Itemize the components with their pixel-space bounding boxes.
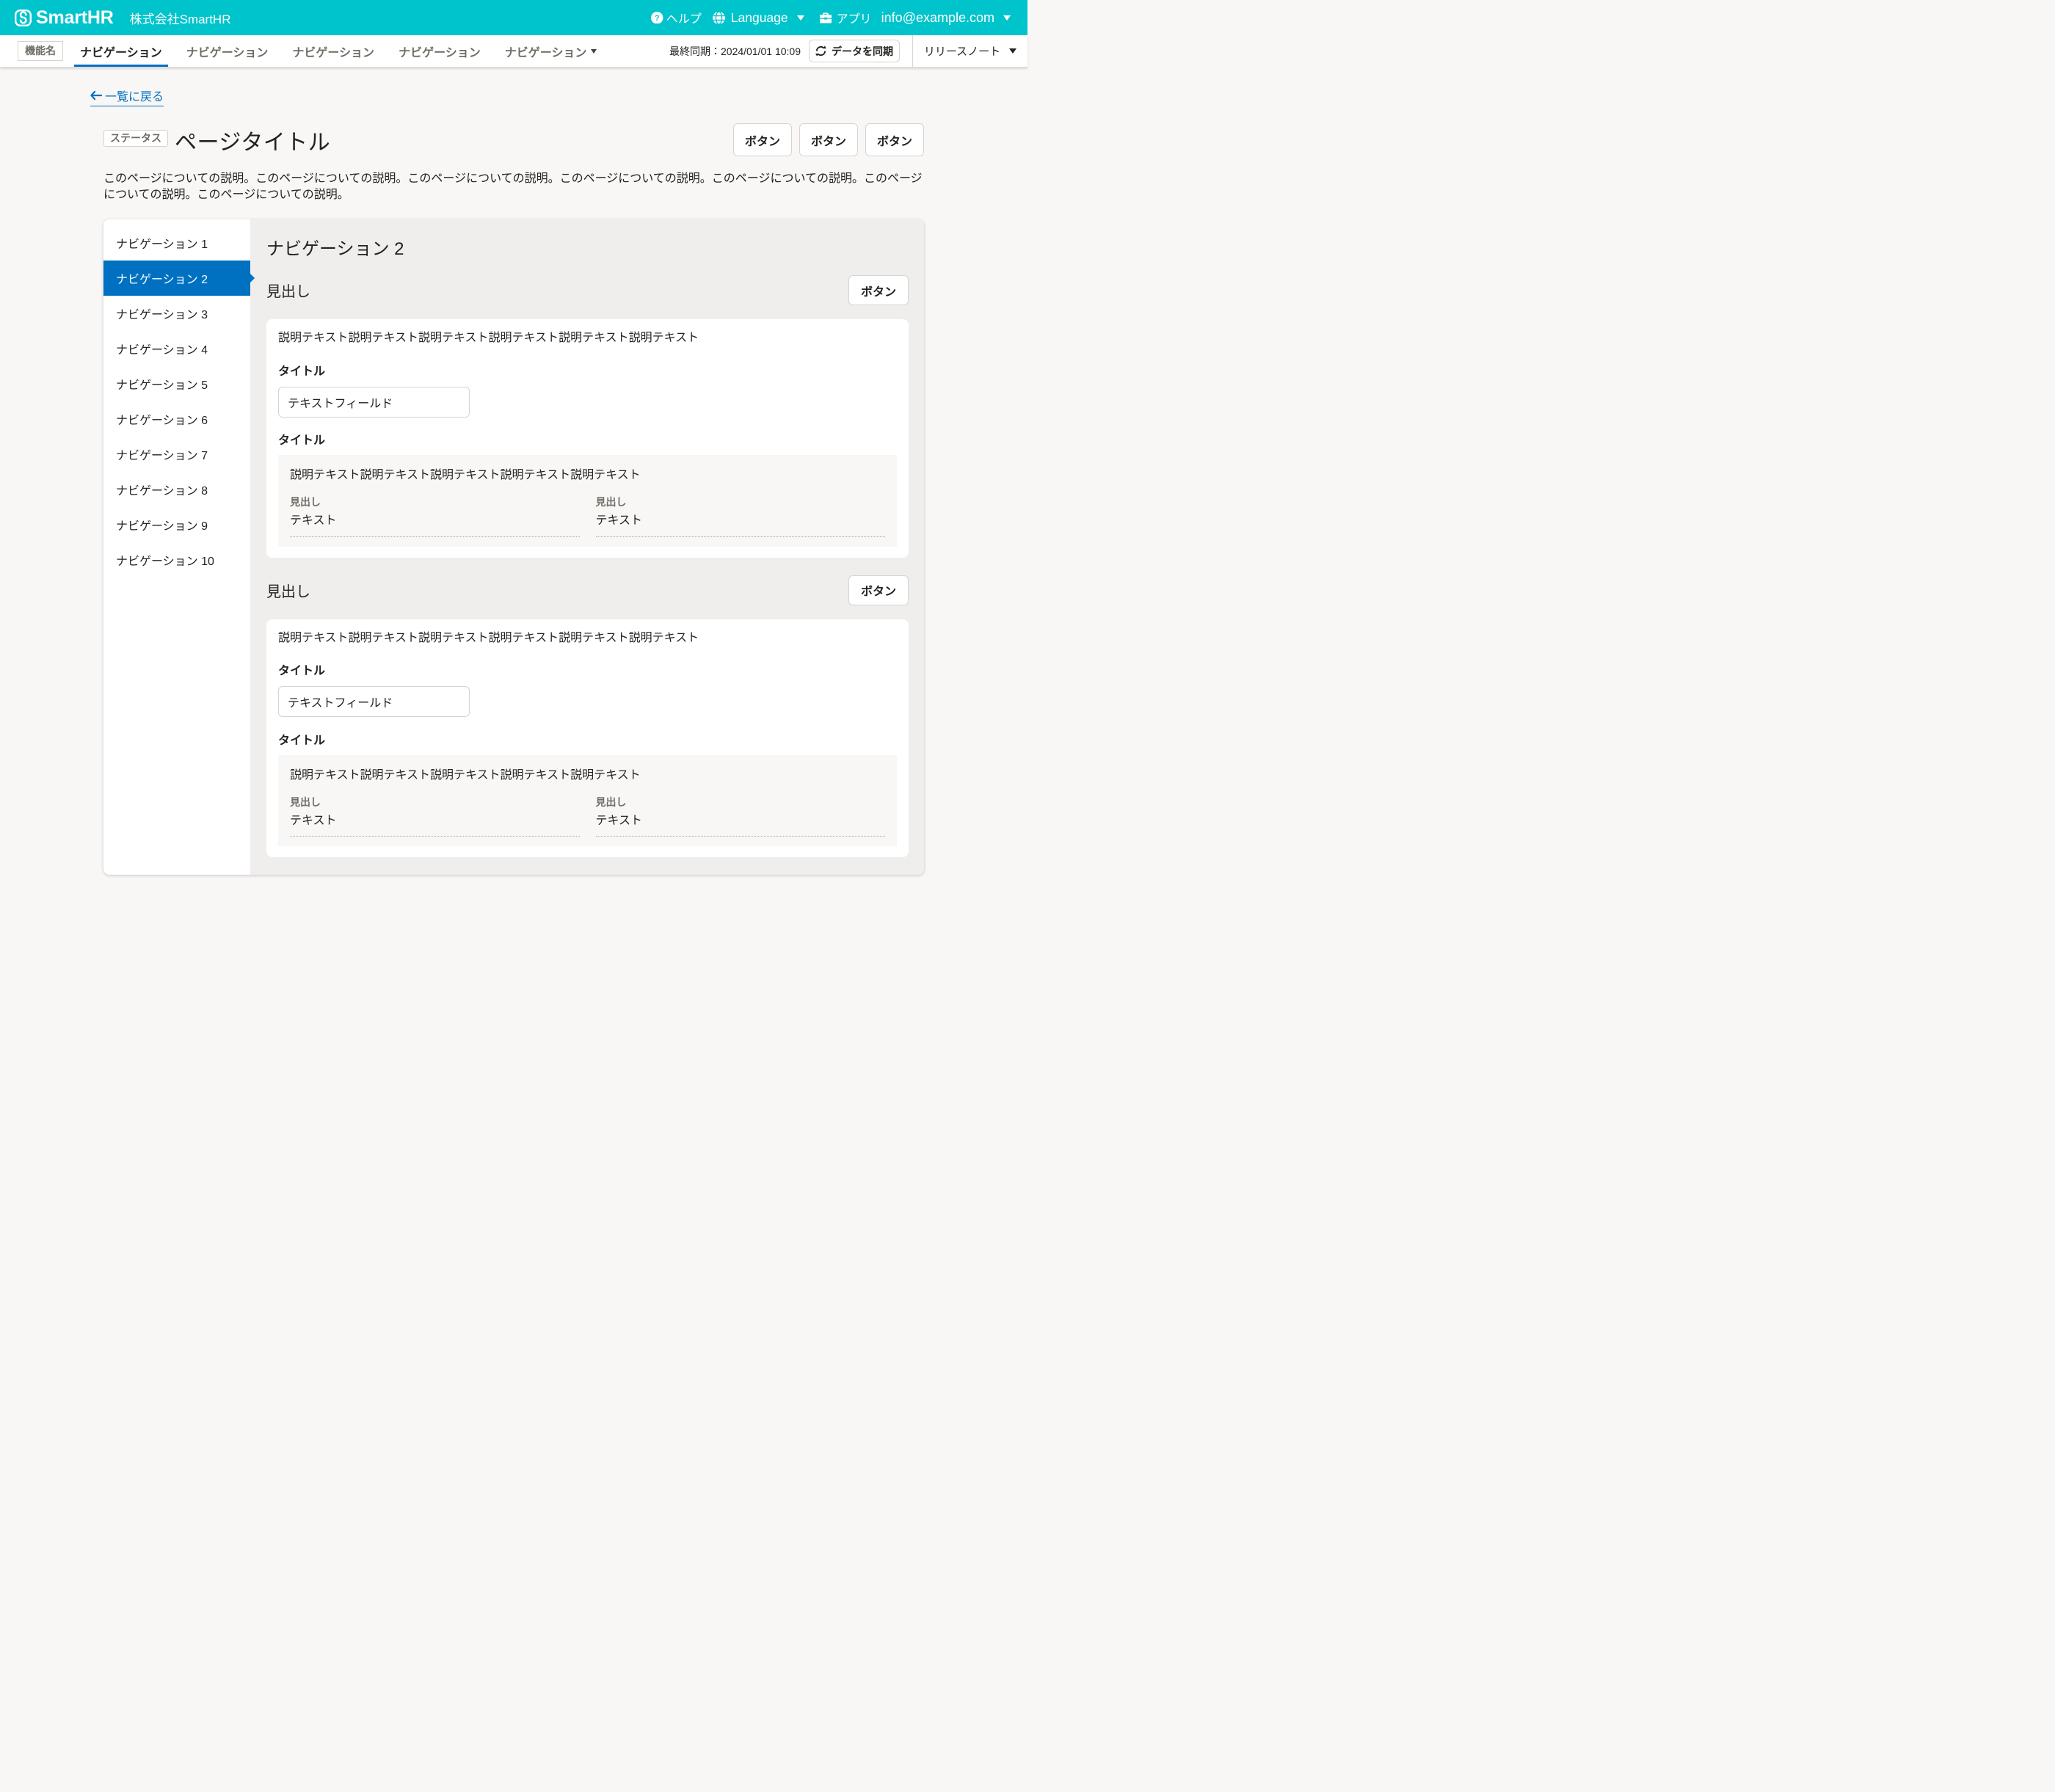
svg-text:?: ? xyxy=(655,14,660,23)
